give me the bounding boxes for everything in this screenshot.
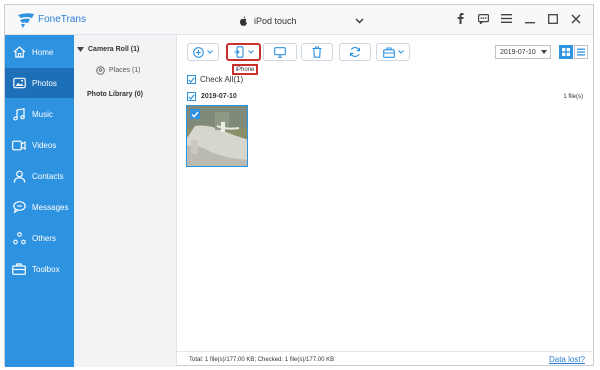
chevron-down-icon — [397, 50, 404, 54]
album-label: Camera Roll (1) — [88, 45, 140, 53]
album-panel: Camera Roll (1) Places (1) Photo Library… — [74, 35, 177, 367]
album-photo-library[interactable]: Photo Library (0) — [74, 86, 177, 102]
date-group-label: 2019-07-10 — [201, 93, 237, 100]
home-icon — [12, 45, 26, 59]
dropdown-arrow-icon — [541, 50, 547, 54]
status-summary: Total: 1 file(s)/177.00 KB; Checked: 1 f… — [189, 356, 335, 363]
sidebar-item-messages[interactable]: Messages — [5, 192, 74, 222]
sidebar-item-label: Videos — [32, 140, 57, 150]
grid-view-icon — [562, 48, 570, 56]
sidebar-item-photos[interactable]: Photos — [5, 68, 74, 98]
sidebar-item-toolbox[interactable]: Toolbox — [5, 254, 74, 284]
date-group-header: 2019-07-10 1 file(s) — [187, 92, 583, 101]
toolbox-icon — [12, 262, 26, 276]
expand-triangle-icon[interactable] — [77, 46, 84, 52]
fonetrans-logo-icon — [18, 13, 34, 28]
sidebar-item-label: Messages — [32, 202, 69, 212]
add-button[interactable] — [187, 43, 219, 61]
checkmark-icon — [188, 76, 195, 83]
sidebar-item-others[interactable]: Others — [5, 223, 74, 253]
title-bar: FoneTrans iPod touch — [5, 5, 593, 35]
album-label: Places (1) — [109, 66, 141, 74]
music-icon — [12, 107, 26, 121]
album-label: Photo Library (0) — [87, 90, 144, 98]
date-filter-value: 2019-07-10 — [500, 48, 536, 56]
grid-view-toggle[interactable] — [559, 45, 573, 59]
sidebar-item-videos[interactable]: Videos — [5, 130, 74, 160]
export-to-device-button[interactable] — [226, 43, 261, 61]
status-bar: Total: 1 file(s)/177.00 KB; Checked: 1 f… — [177, 351, 593, 367]
contacts-icon — [12, 169, 26, 183]
app-window: FoneTrans iPod touch Home Photos Music V… — [4, 4, 594, 367]
data-lost-link[interactable]: Data lost? — [549, 355, 585, 364]
date-group-count: 1 file(s) — [563, 93, 583, 100]
device-selector[interactable]: iPod touch — [239, 14, 364, 28]
sidebar: Home Photos Music Videos Contacts Messag… — [5, 35, 74, 367]
apple-icon — [240, 16, 247, 26]
app-name: FoneTrans — [38, 14, 86, 25]
export-device-icon — [234, 46, 244, 58]
checkmark-icon — [191, 111, 199, 118]
minimize-icon[interactable] — [524, 13, 535, 24]
chevron-down-icon — [355, 18, 364, 24]
main-content: iPhone 2019-07-10 Check All(1) 2019-07-1… — [177, 35, 593, 367]
sidebar-item-label: Contacts — [32, 171, 64, 181]
places-icon — [96, 65, 105, 75]
toolbox-icon — [382, 46, 395, 58]
sidebar-item-label: Music — [32, 109, 53, 119]
sidebar-item-label: Photos — [32, 78, 57, 88]
toolbox-button[interactable] — [376, 43, 410, 61]
chevron-down-icon — [207, 50, 213, 54]
device-name: iPod touch — [254, 16, 297, 26]
photo-checkbox[interactable] — [190, 109, 200, 119]
others-icon — [12, 231, 26, 245]
sidebar-item-label: Others — [32, 233, 57, 243]
close-icon[interactable] — [570, 13, 581, 24]
sidebar-item-contacts[interactable]: Contacts — [5, 161, 74, 191]
chevron-down-icon — [247, 50, 254, 54]
refresh-button[interactable] — [339, 43, 371, 61]
trash-icon — [312, 46, 322, 58]
photo-icon — [12, 76, 26, 90]
sidebar-item-label: Toolbox — [32, 264, 60, 274]
menu-icon[interactable] — [501, 13, 512, 24]
sidebar-item-label: Home — [32, 47, 54, 57]
check-all[interactable]: Check All(1) — [187, 75, 243, 84]
date-filter-select[interactable]: 2019-07-10 — [495, 45, 551, 59]
export-target-tooltip[interactable]: iPhone — [232, 64, 258, 75]
messages-icon — [12, 200, 26, 214]
date-group-checkbox[interactable] — [187, 92, 196, 101]
sidebar-item-music[interactable]: Music — [5, 99, 74, 129]
delete-button[interactable] — [301, 43, 333, 61]
add-icon — [193, 46, 204, 58]
check-all-label: Check All(1) — [200, 75, 244, 84]
refresh-icon — [349, 47, 361, 57]
photo-thumbnail[interactable] — [186, 105, 248, 167]
facebook-icon[interactable] — [455, 13, 466, 24]
album-camera-roll[interactable]: Camera Roll (1) — [74, 41, 177, 57]
list-view-icon — [577, 48, 585, 56]
feedback-icon[interactable] — [478, 13, 489, 24]
export-to-pc-button[interactable] — [263, 43, 297, 61]
video-icon — [12, 138, 26, 152]
sidebar-item-home[interactable]: Home — [5, 37, 74, 67]
computer-icon — [274, 46, 286, 58]
album-places[interactable]: Places (1) — [74, 62, 177, 78]
maximize-icon[interactable] — [547, 13, 558, 24]
list-view-toggle[interactable] — [574, 45, 588, 59]
checkmark-icon — [188, 93, 195, 100]
check-all-checkbox[interactable] — [187, 75, 196, 84]
